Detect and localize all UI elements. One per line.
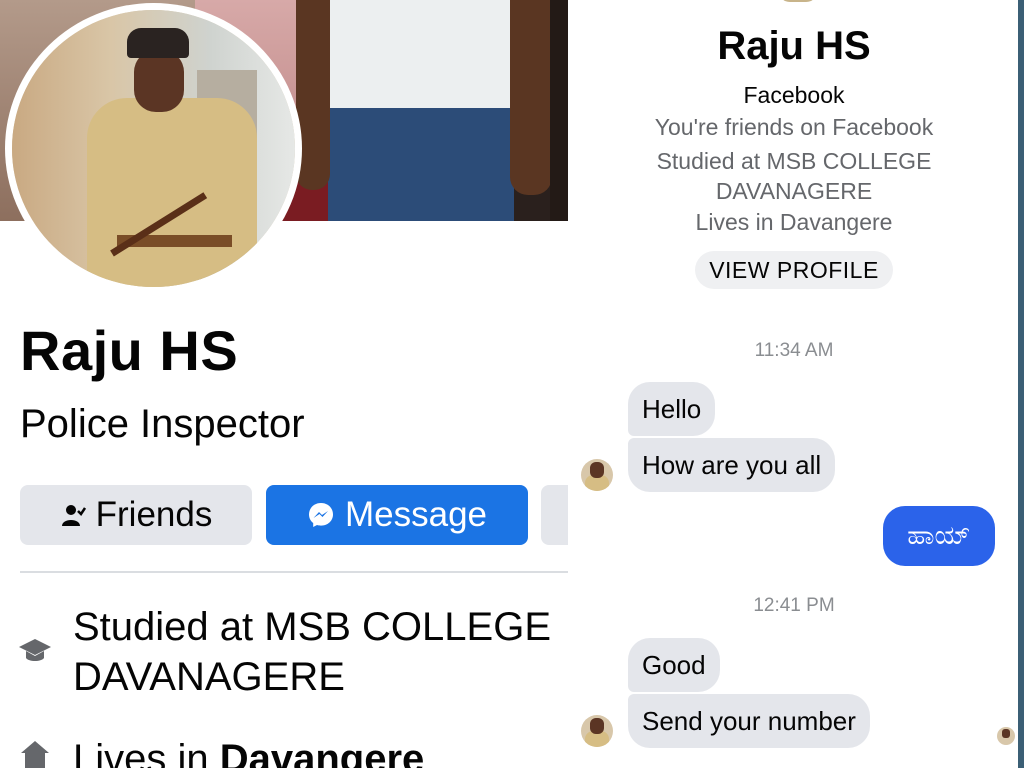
sender-avatar[interactable] xyxy=(581,459,613,491)
sender-avatar[interactable] xyxy=(581,715,613,747)
profile-picture[interactable] xyxy=(12,10,295,287)
cover-shadow xyxy=(550,0,568,221)
lives-in-place[interactable]: Davangere xyxy=(220,737,425,768)
chat-platform-label: Facebook xyxy=(743,82,845,108)
profile-job-title: Police Inspector xyxy=(20,402,305,446)
lives-in-text: Lives in Davangere xyxy=(73,734,424,768)
received-message[interactable]: Send your number xyxy=(628,694,870,748)
sent-message[interactable]: ಹಾಯ್ xyxy=(883,506,995,566)
cover-figure-shirt xyxy=(325,0,517,110)
window-edge xyxy=(1018,0,1024,768)
more-options-button[interactable] xyxy=(541,485,568,545)
messenger-icon xyxy=(307,501,335,529)
chat-friends-note: You're friends on Facebook xyxy=(654,114,934,140)
messenger-conversation: Raju HS Facebook You're friends on Faceb… xyxy=(578,0,1020,768)
profile-panel: Raju HS Police Inspector Friends Message… xyxy=(0,0,568,768)
person-check-icon xyxy=(60,502,86,528)
chat-studied-note: Studied at MSB COLLEGE DAVANAGERE xyxy=(578,146,1010,206)
received-message[interactable]: Good xyxy=(628,638,720,692)
profile-picture-face xyxy=(134,50,184,112)
friends-button[interactable]: Friends xyxy=(20,485,252,545)
lives-in-prefix: Lives in xyxy=(73,737,220,768)
chat-studied-text: Studied at MSB COLLEGE DAVANAGERE xyxy=(656,148,932,204)
received-message[interactable]: Hello xyxy=(628,382,716,436)
studied-at-text: Studied at MSB COLLEGE DAVANAGERE xyxy=(73,605,552,699)
profile-picture-uniform xyxy=(87,98,257,287)
profile-picture-cap xyxy=(127,28,189,58)
cover-figure-jeans xyxy=(328,108,514,221)
view-profile-button[interactable]: VIEW PROFILE xyxy=(695,251,893,289)
friends-button-label: Friends xyxy=(95,495,213,534)
chat-avatar-top xyxy=(778,0,818,2)
section-divider xyxy=(20,571,568,573)
message-timestamp: 12:41 PM xyxy=(753,595,835,616)
message-button[interactable]: Message xyxy=(266,485,528,545)
seen-receipt-avatar xyxy=(997,727,1015,745)
profile-name: Raju HS xyxy=(20,319,239,382)
chat-lives-note: Lives in Davangere xyxy=(695,209,893,235)
home-icon xyxy=(17,736,53,768)
graduation-cap-icon xyxy=(17,633,53,669)
received-message[interactable]: How are you all xyxy=(628,438,836,492)
chat-contact-name: Raju HS xyxy=(717,24,871,68)
message-button-label: Message xyxy=(344,495,488,534)
message-timestamp: 11:34 AM xyxy=(754,340,834,361)
cover-figure-arm-right xyxy=(510,0,552,195)
